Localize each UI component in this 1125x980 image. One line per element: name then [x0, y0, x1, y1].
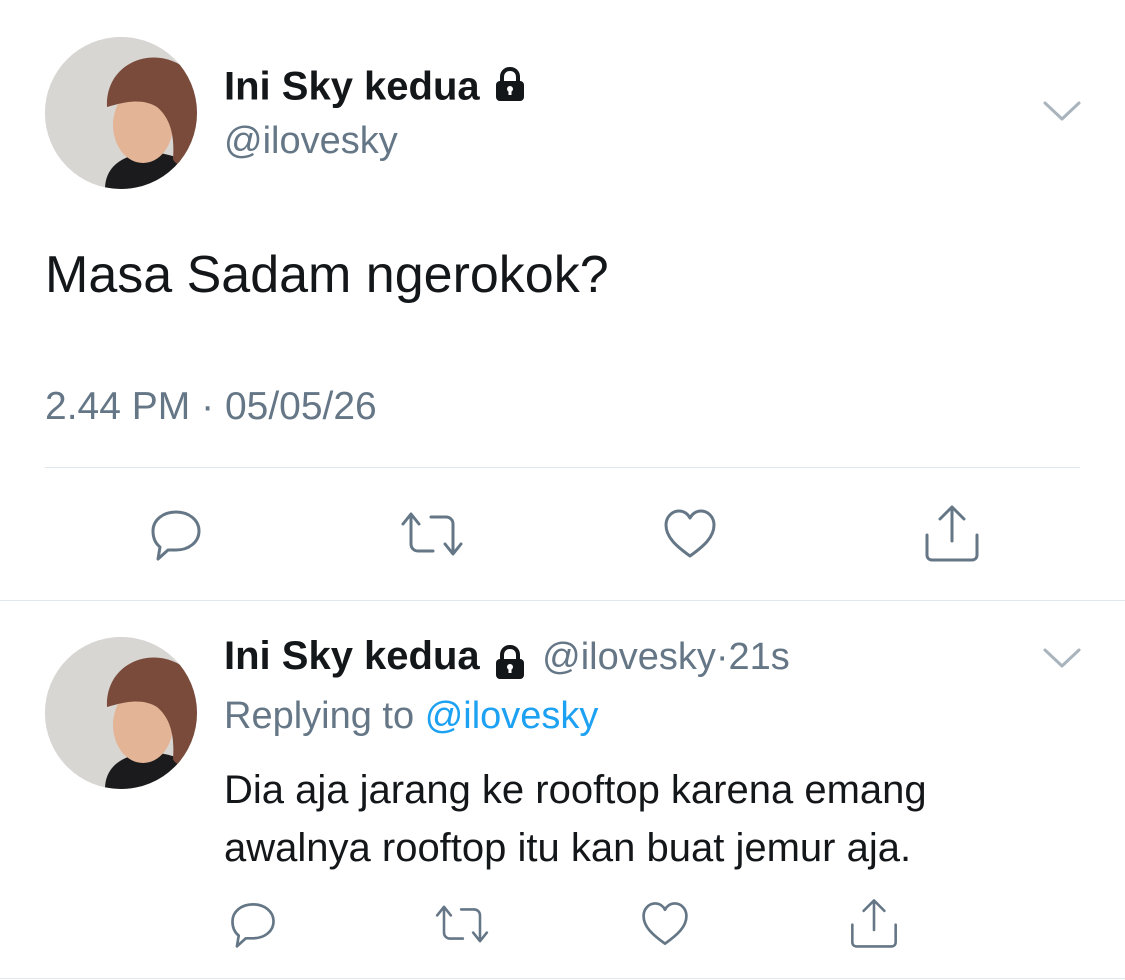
- tweet-text: Masa Sadam ngerokok?: [45, 246, 609, 304]
- divider: [0, 978, 1125, 979]
- replying-mention[interactable]: @ilovesky: [425, 695, 599, 737]
- retweet-button[interactable]: [397, 506, 467, 566]
- reply-header: Ini Sky kedua @ilovesky·21s: [224, 634, 790, 687]
- like-icon: [662, 506, 718, 567]
- lock-icon: [490, 642, 530, 687]
- author-name-text: Ini Sky kedua: [224, 64, 480, 109]
- avatar[interactable]: [45, 637, 197, 789]
- tweet-time: 2.44 PM: [45, 385, 191, 428]
- author-name[interactable]: Ini Sky kedua: [224, 634, 480, 678]
- retweet-icon: [397, 506, 467, 567]
- tweet-text: Dia aja jarang ke rooftop karena emang a…: [224, 768, 927, 870]
- share-button[interactable]: [920, 504, 984, 566]
- replying-label: Replying to: [224, 695, 415, 737]
- retweet-icon: [432, 900, 492, 953]
- divider: [0, 600, 1125, 601]
- chevron-down-icon[interactable]: [1042, 646, 1082, 675]
- share-button[interactable]: [846, 898, 902, 952]
- reply-button[interactable]: [146, 506, 206, 566]
- tweet-date: 05/05/26: [224, 385, 377, 428]
- tweet-age[interactable]: 21s: [729, 636, 790, 678]
- like-button[interactable]: [638, 900, 692, 952]
- meta-separator: ·: [715, 636, 729, 678]
- reply-icon: [228, 899, 278, 954]
- replying-to: Replying to @ilovesky: [224, 695, 598, 738]
- chevron-down-icon[interactable]: [1042, 99, 1082, 128]
- share-icon: [847, 897, 901, 954]
- reply-icon: [148, 506, 204, 567]
- lock-icon: [490, 64, 530, 114]
- retweet-button[interactable]: [432, 900, 492, 952]
- like-button[interactable]: [660, 506, 720, 566]
- author-name[interactable]: Ini Sky kedua: [224, 64, 530, 114]
- meta-separator: ·: [201, 385, 215, 428]
- reply-button[interactable]: [226, 900, 280, 952]
- author-handle[interactable]: @ilovesky: [224, 120, 398, 163]
- share-icon: [921, 503, 983, 568]
- author-handle[interactable]: @ilovesky: [542, 636, 716, 678]
- tweet-timestamp[interactable]: 2.44 PM · 05/05/26: [45, 385, 377, 429]
- avatar[interactable]: [45, 37, 197, 189]
- like-icon: [640, 899, 690, 954]
- divider: [45, 467, 1080, 468]
